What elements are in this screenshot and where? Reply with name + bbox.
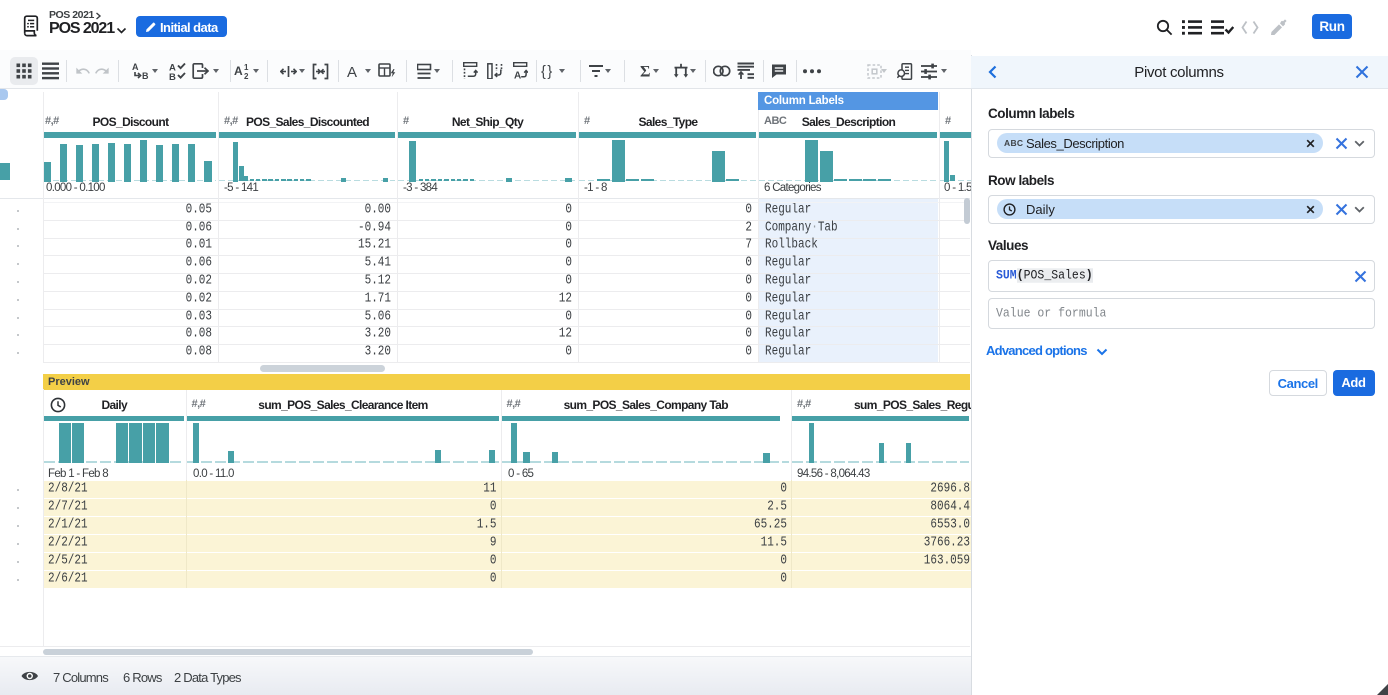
svg-text:A: A (514, 71, 521, 81)
svg-text:A: A (347, 64, 357, 80)
svg-text:1: 1 (244, 63, 249, 72)
svg-text:A: A (234, 64, 243, 78)
svg-text:B: B (169, 72, 176, 80)
svg-text:{}: {} (541, 64, 554, 80)
svg-text:A: A (132, 62, 139, 72)
svg-text:2: 2 (244, 72, 249, 80)
svg-text:B: B (142, 71, 149, 80)
svg-text:Σ: Σ (640, 64, 650, 81)
